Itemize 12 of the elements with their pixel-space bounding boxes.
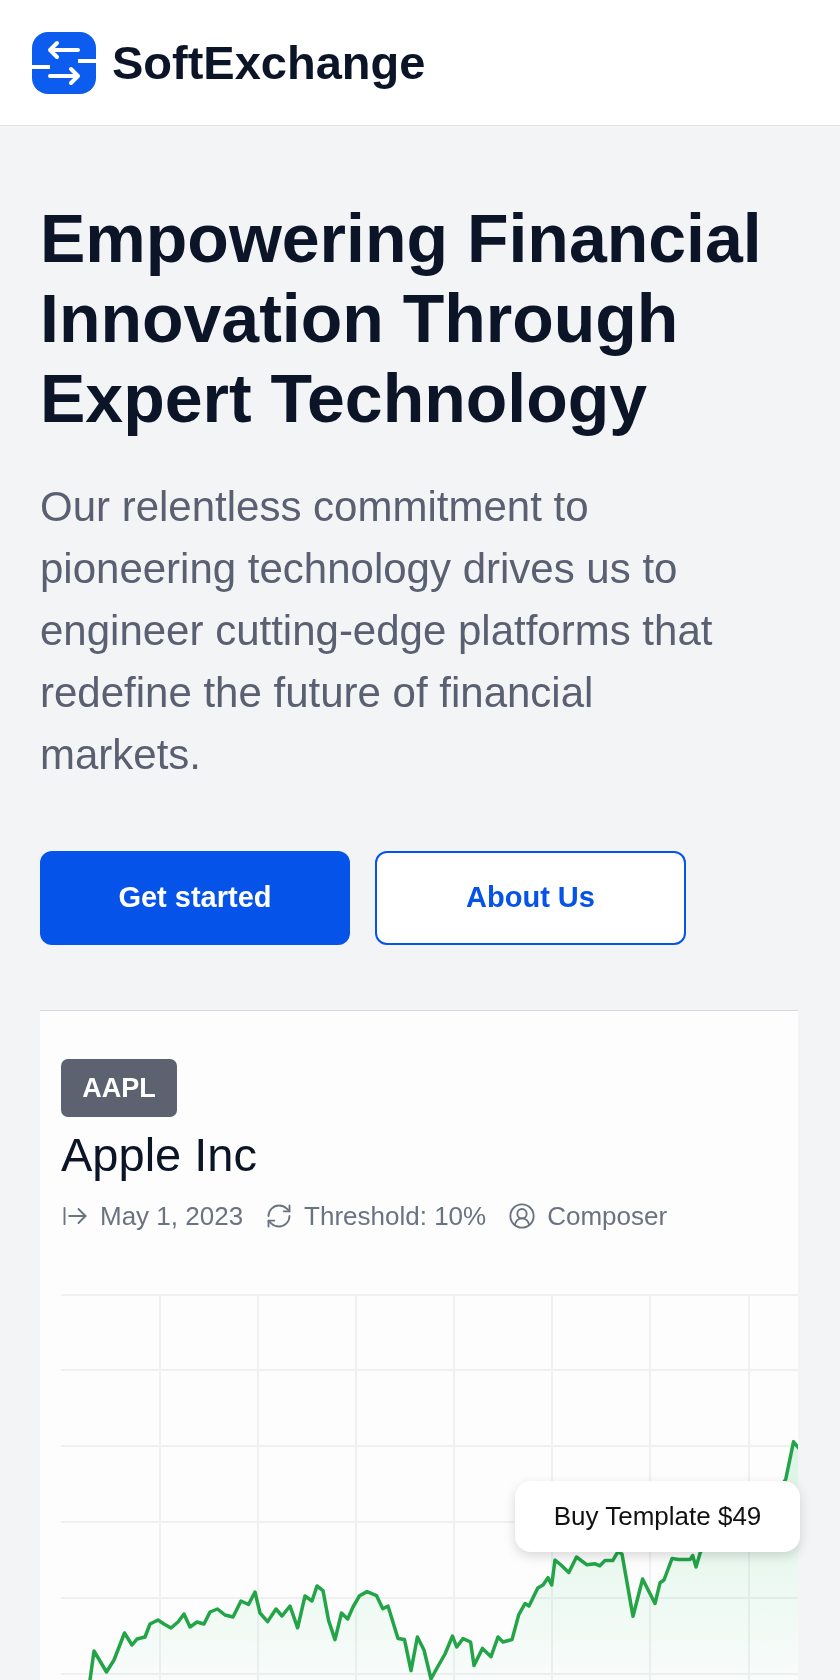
buy-template-button[interactable]: Buy Template $49 xyxy=(515,1481,800,1552)
author-name: Composer xyxy=(547,1200,668,1233)
threshold-text: Threshold: 10% xyxy=(304,1200,487,1233)
date-text: May 1, 2023 xyxy=(100,1200,244,1233)
hero-heading: Empowering Financial Innovation Through Expert Technology xyxy=(40,199,763,438)
hero-description: Our relentless commitment to pioneering technology drives us to engineer cutting-edge platforms that redefine the future of financial markets. xyxy=(40,482,714,780)
user-circle-icon xyxy=(508,1202,537,1230)
about-button[interactable]: About Us xyxy=(375,851,686,945)
company-name: Apple Inc xyxy=(61,1127,257,1183)
ticker-badge: AAPL xyxy=(61,1059,177,1117)
logo-icon[interactable] xyxy=(32,31,96,94)
get-started-button[interactable]: Get started xyxy=(40,851,350,945)
